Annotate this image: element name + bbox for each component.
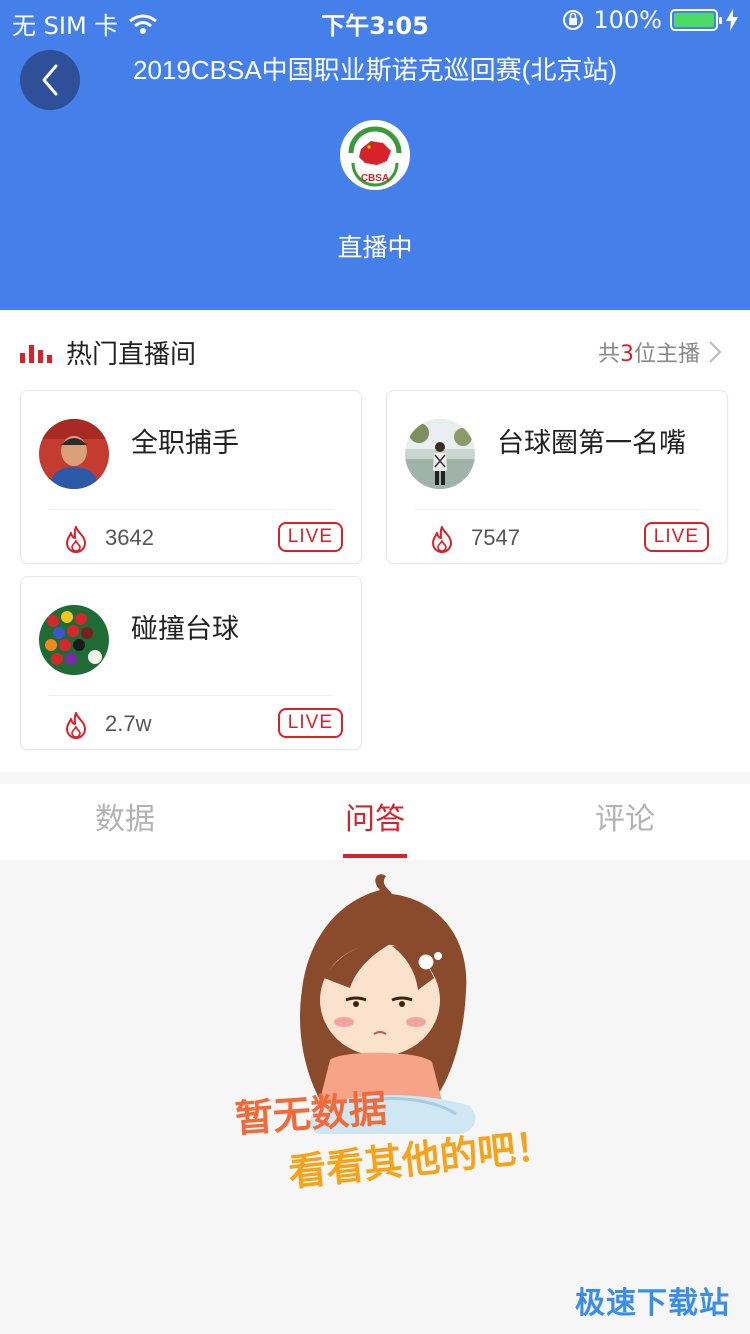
divider	[49, 695, 333, 696]
host-name: 全职捕手	[131, 428, 239, 459]
live-room-card[interactable]: 全职捕手 3642 LIVE	[20, 390, 362, 564]
flame-icon	[432, 526, 452, 553]
orientation-lock-icon	[563, 10, 584, 30]
tab-qa[interactable]: 问答	[250, 784, 500, 860]
watermark: 极速下载站	[575, 1286, 730, 1321]
flame-icon	[66, 526, 86, 553]
host-name: 碰撞台球	[131, 614, 239, 645]
live-badge: LIVE	[277, 522, 343, 552]
tab-data[interactable]: 数据	[0, 784, 250, 860]
section-header: 热门直播间	[20, 334, 196, 371]
avatar	[39, 605, 109, 675]
svg-text:CBSA: CBSA	[361, 173, 389, 184]
event-title: 2019CBSA中国职业斯诺克巡回赛(北京站)	[133, 55, 617, 85]
avatar	[405, 419, 475, 489]
bar-chart-icon	[20, 343, 52, 363]
host-count-suffix: 位主播	[633, 342, 700, 367]
hot-live-rooms: 热门直播间 共3位主播 全职捕手 3642 LIVE 台球圈第一名嘴 7547 …	[0, 310, 750, 772]
back-button[interactable]	[20, 50, 80, 110]
empty-state: 暂无数据 看看其他的吧！ 极速下载站	[0, 860, 750, 1334]
host-count-number: 3	[619, 342, 634, 367]
status-right: 100%	[561, 6, 738, 34]
live-room-card[interactable]: 碰撞台球 2.7w LIVE	[20, 576, 362, 750]
host-name: 台球圈第一名嘴	[497, 428, 686, 459]
divider	[415, 509, 699, 510]
chevron-left-icon	[42, 64, 58, 96]
heat-count: 2.7w	[105, 711, 152, 736]
live-room-card[interactable]: 台球圈第一名嘴 7547 LIVE	[386, 390, 728, 564]
divider	[49, 509, 333, 510]
chevron-right-icon	[709, 341, 722, 363]
status-bar: 无 SIM 卡 下午3:05 100%	[0, 0, 750, 40]
battery-icon	[670, 9, 722, 31]
heat-count: 7547	[471, 525, 520, 550]
event-header: 无 SIM 卡 下午3:05 100% 2019CBSA中国职业斯诺克巡回赛(北…	[0, 0, 750, 310]
charging-icon	[726, 9, 738, 31]
live-badge: LIVE	[643, 522, 709, 552]
flame-icon	[66, 712, 86, 739]
heat-count: 3642	[105, 525, 154, 550]
host-count-link[interactable]: 共3位主播	[598, 336, 722, 368]
content-tabs: 数据 问答 评论	[0, 784, 750, 860]
live-badge: LIVE	[277, 708, 343, 738]
battery-percent: 100%	[593, 6, 662, 34]
tab-comments[interactable]: 评论	[500, 784, 750, 860]
avatar	[39, 419, 109, 489]
empty-state-illustration: 暂无数据 看看其他的吧！	[234, 874, 540, 1195]
section-title: 热门直播间	[66, 340, 197, 370]
live-status: 直播中	[337, 233, 413, 262]
cbsa-logo: CBSA	[340, 120, 410, 190]
host-count-prefix: 共	[597, 342, 620, 367]
